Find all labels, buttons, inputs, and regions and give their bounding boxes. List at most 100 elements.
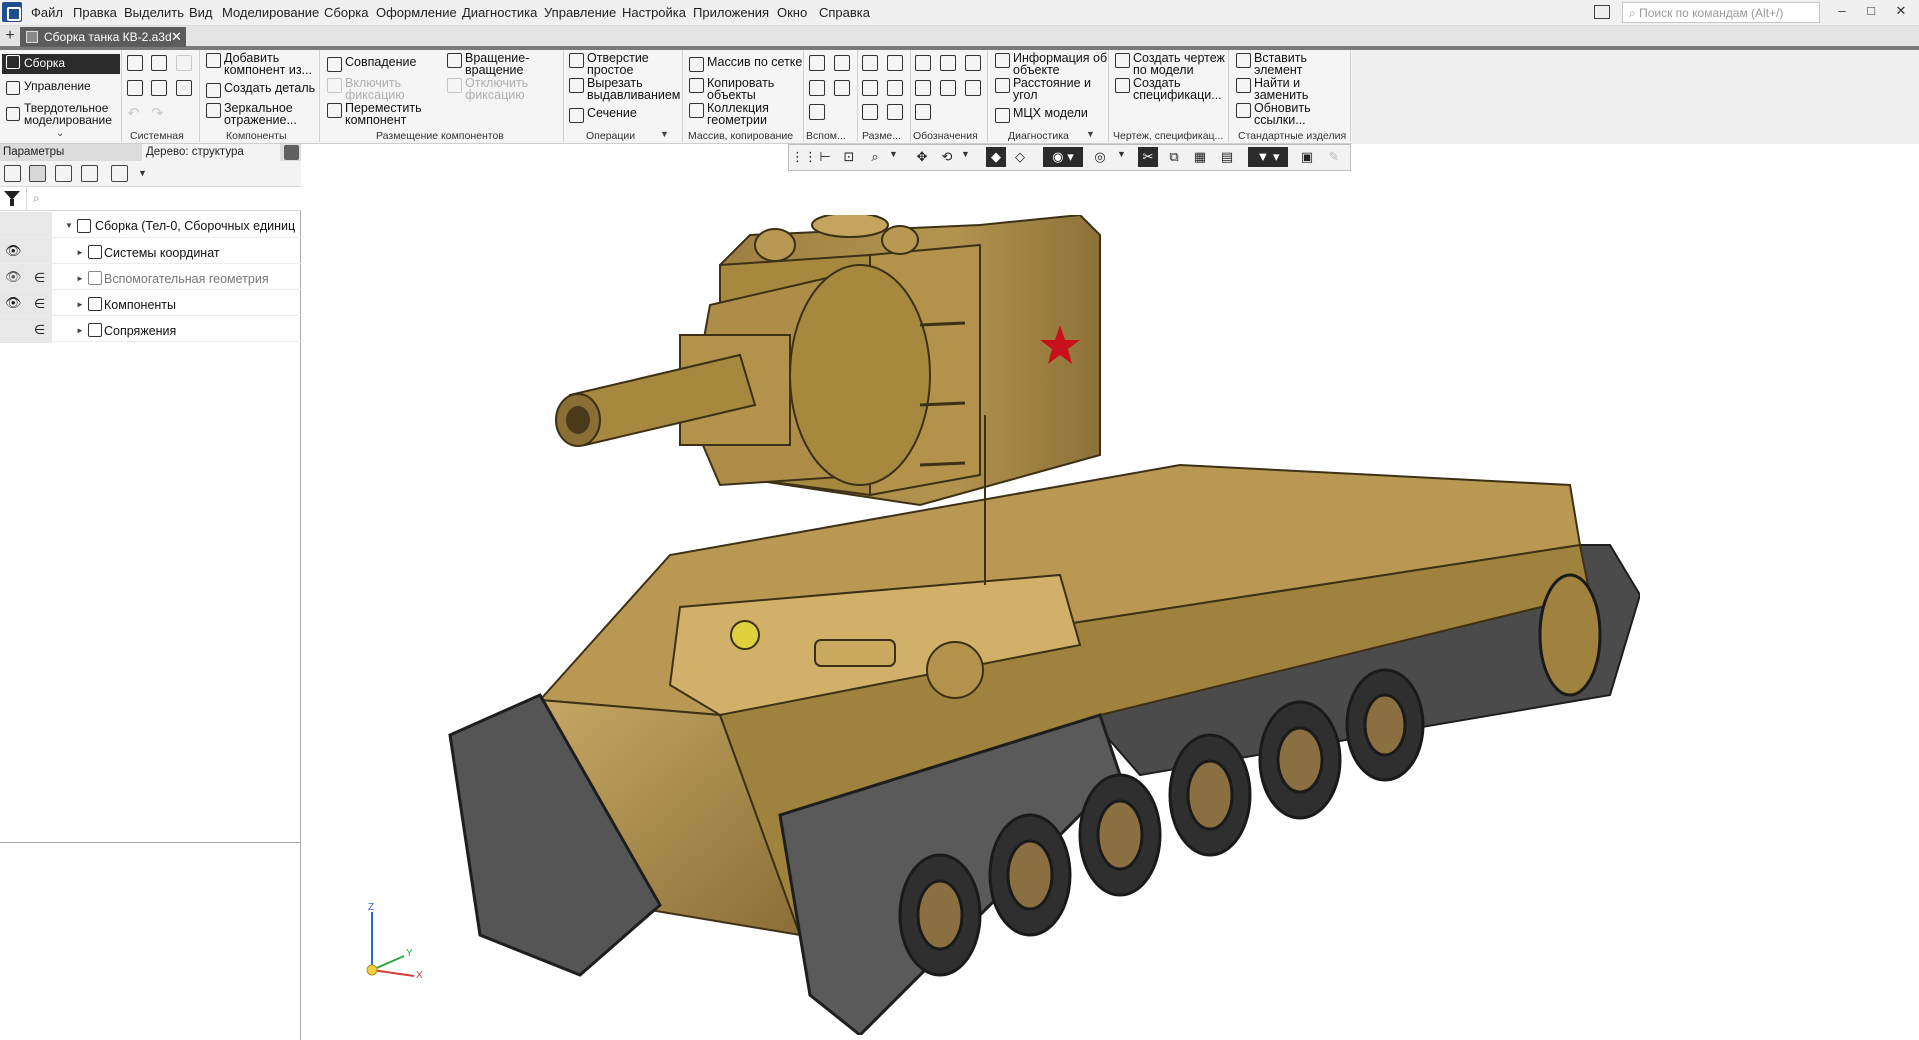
expand-icon[interactable]: ►: [76, 248, 84, 257]
parameters-tab[interactable]: Параметры: [3, 146, 64, 158]
mass-properties-button[interactable]: МЦХ модели: [993, 107, 1088, 123]
menu-design[interactable]: Оформление: [376, 5, 457, 20]
zoom-dropdown-icon[interactable]: ▼: [889, 149, 898, 159]
menu-modeling[interactable]: Моделирование: [222, 5, 319, 20]
auto-dim-icon[interactable]: [862, 104, 878, 120]
modes-expand-icon[interactable]: ⌄: [56, 128, 64, 139]
visibility-dropdown-icon[interactable]: ▼: [1117, 149, 1126, 159]
angular-dim-icon[interactable]: [887, 55, 903, 71]
create-drawing-button[interactable]: Создать чертеж по модели: [1113, 52, 1225, 76]
tree-selection-icon[interactable]: [81, 165, 98, 182]
new-document-button[interactable]: +: [2, 28, 18, 44]
disable-fix-button[interactable]: Отключить фиксацию: [445, 77, 528, 101]
app-logo-icon[interactable]: [2, 2, 22, 22]
object-info-button[interactable]: Информация об объекте: [993, 52, 1107, 76]
menu-select[interactable]: Выделить: [124, 5, 184, 20]
distance-angle-button[interactable]: Расстояние и угол: [993, 77, 1091, 101]
restore-button[interactable]: □: [1858, 3, 1884, 23]
aux-line-icon[interactable]: [809, 104, 825, 120]
menu-settings[interactable]: Настройка: [622, 5, 686, 20]
designation-3-icon[interactable]: [965, 55, 981, 71]
rotate-button[interactable]: Вращение-вращение: [445, 52, 529, 76]
tree-view-mode-icon[interactable]: [4, 165, 21, 182]
aux-point-icon[interactable]: [809, 80, 825, 96]
mode-solid-modeling-button[interactable]: Твердотельное моделирование: [2, 102, 120, 128]
gear-icon[interactable]: [284, 145, 299, 160]
section-button[interactable]: Сечение: [567, 107, 637, 123]
tank-model[interactable]: [420, 215, 1640, 1035]
undo-icon[interactable]: ↶: [127, 104, 140, 122]
aux-plane-icon[interactable]: [809, 55, 825, 71]
diagnostics-dropdown-icon[interactable]: ▼: [1086, 129, 1095, 139]
menu-window[interactable]: Окно: [777, 5, 807, 20]
preview-icon[interactable]: [151, 80, 167, 96]
grid-array-button[interactable]: Массив по сетке: [687, 56, 802, 72]
menu-diagnostics[interactable]: Диагностика: [462, 5, 537, 20]
command-search-input[interactable]: ⌕ Поиск по командам (Alt+/): [1622, 2, 1820, 23]
simple-hole-button[interactable]: Отверстие простое: [567, 52, 649, 76]
explode-view-icon[interactable]: ⧉: [1164, 147, 1184, 167]
radial-dim-icon[interactable]: [862, 80, 878, 96]
print-icon[interactable]: [127, 80, 143, 96]
shaded-icon[interactable]: ◆: [986, 147, 1006, 167]
selection-filter-icon[interactable]: ▼ ▾: [1248, 147, 1288, 167]
redo-icon[interactable]: ↷: [151, 104, 164, 122]
layers-icon[interactable]: ▦: [1190, 147, 1210, 167]
create-part-button[interactable]: Создать деталь: [204, 82, 315, 98]
menu-file[interactable]: Файл: [31, 5, 63, 20]
rotate-view-icon[interactable]: ⟲: [937, 147, 957, 167]
sketch-icon[interactable]: ✎: [1324, 147, 1344, 167]
insert-element-button[interactable]: Вставить элемент: [1234, 52, 1307, 76]
minimize-button[interactable]: –: [1829, 3, 1855, 23]
mode-management-button[interactable]: Управление: [2, 80, 120, 98]
document-tab[interactable]: Сборка танка КВ-2.a3d: [20, 27, 186, 47]
menu-edit[interactable]: Правка: [73, 5, 117, 20]
include-in-calc-icon[interactable]: ∈: [34, 270, 45, 286]
linear-dim-icon[interactable]: [862, 55, 878, 71]
menu-view[interactable]: Вид: [189, 5, 213, 20]
tree-options-dropdown-icon[interactable]: ▼: [138, 168, 147, 178]
add-component-button[interactable]: Добавить компонент из...: [204, 52, 312, 76]
menu-management[interactable]: Управление: [544, 5, 616, 20]
pan-icon[interactable]: ✥: [912, 147, 932, 167]
coincidence-button[interactable]: Совпадение: [325, 56, 416, 72]
panel-divider[interactable]: [0, 842, 301, 843]
view-settings-icon[interactable]: ▣: [1297, 147, 1317, 167]
aux-axis-icon[interactable]: [834, 55, 850, 71]
section-view-icon[interactable]: ✂: [1138, 147, 1158, 167]
expand-icon[interactable]: ►: [76, 274, 84, 283]
eye-icon[interactable]: 👁: [5, 243, 22, 259]
dim-tool-icon[interactable]: [887, 104, 903, 120]
collapse-icon[interactable]: ▼: [65, 221, 73, 230]
expand-icon[interactable]: ►: [76, 326, 84, 335]
find-replace-button[interactable]: Найти и заменить: [1234, 77, 1308, 101]
eye-hidden-icon[interactable]: 👁: [5, 269, 22, 285]
designation-7-icon[interactable]: [915, 104, 931, 120]
axes-icon[interactable]: ⊢: [815, 147, 835, 167]
grid-icon[interactable]: ⋮⋮: [791, 147, 817, 167]
tree-options-icon[interactable]: [111, 165, 128, 182]
designation-1-icon[interactable]: [915, 55, 931, 71]
menu-help[interactable]: Справка: [819, 5, 870, 20]
display-settings-icon[interactable]: ▤: [1217, 147, 1237, 167]
wireframe-icon[interactable]: ◇: [1010, 147, 1030, 167]
mirror-button[interactable]: Зеркальное отражение...: [204, 102, 297, 126]
menu-assembly[interactable]: Сборка: [324, 5, 369, 20]
orientation-icon[interactable]: ⊡: [839, 147, 859, 167]
include-in-calc-icon[interactable]: ∈: [34, 296, 45, 312]
rotate-dropdown-icon[interactable]: ▼: [961, 149, 970, 159]
open-file-icon[interactable]: [151, 55, 167, 71]
aux-cs-icon[interactable]: [834, 80, 850, 96]
expand-icon[interactable]: ►: [76, 300, 84, 309]
close-window-button[interactable]: ✕: [1888, 3, 1914, 23]
hide-lines-icon[interactable]: ◉ ▾: [1043, 147, 1083, 167]
enable-fix-button[interactable]: Включить фиксацию: [325, 77, 405, 101]
close-tab-icon[interactable]: ✕: [171, 29, 182, 45]
tree-filter-mode-icon[interactable]: [55, 165, 72, 182]
diameter-dim-icon[interactable]: [887, 80, 903, 96]
tree-structure-mode-icon[interactable]: [29, 165, 46, 182]
geometry-collection-button[interactable]: Коллекция геометрии: [687, 102, 769, 126]
copy-objects-button[interactable]: Копировать объекты: [687, 77, 774, 101]
extrude-cut-button[interactable]: Вырезать выдавливанием: [567, 77, 680, 101]
tree-structure-tab[interactable]: Дерево: структура: [142, 144, 280, 161]
